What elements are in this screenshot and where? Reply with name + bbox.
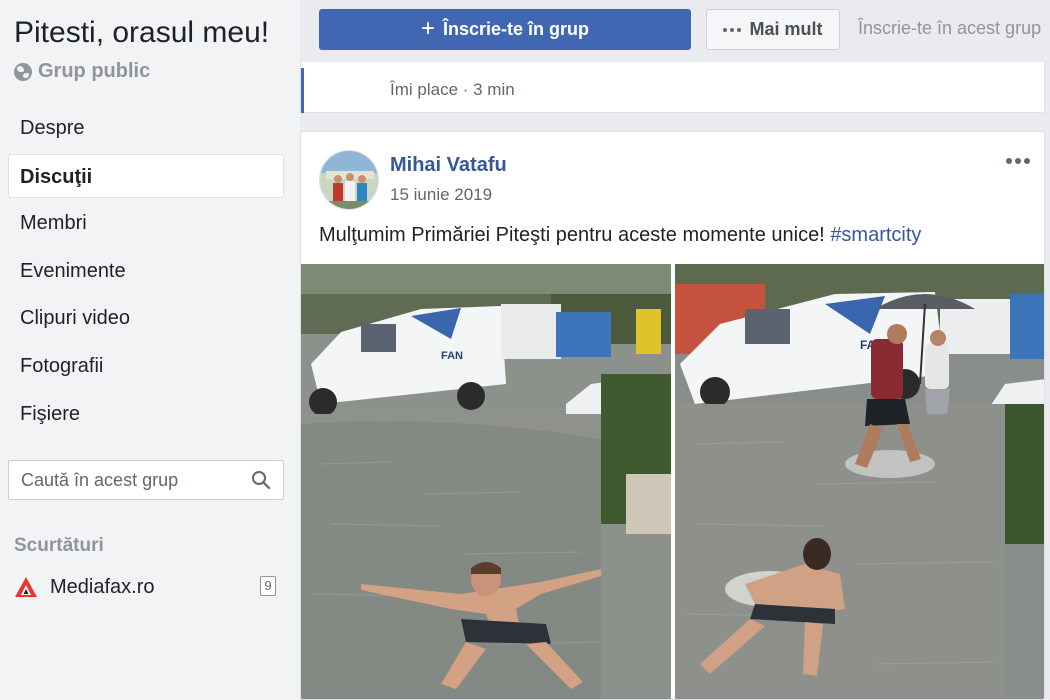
- nav-item-membri[interactable]: Membri: [8, 201, 284, 245]
- shortcut-label: Mediafax.ro: [50, 575, 155, 598]
- post-hashtag[interactable]: #smartcity: [830, 224, 921, 246]
- group-search: [8, 460, 284, 500]
- previous-post-accent: [301, 68, 304, 113]
- previous-post-meta: Îmi place · 3 min: [390, 80, 515, 99]
- author-avatar[interactable]: [319, 150, 379, 210]
- post-author-name[interactable]: Mihai Vatafu: [390, 154, 507, 177]
- more-label: Mai mult: [749, 19, 823, 39]
- join-group-button[interactable]: + Înscrie-te în grup: [319, 9, 691, 50]
- sidebar: Pitesti, orasul meu! Grup public Despre …: [0, 0, 300, 700]
- plus-icon: +: [420, 14, 435, 42]
- post-card: Mihai Vatafu 15 iunie 2019 Mulţumim Prim…: [300, 131, 1045, 700]
- nav-item-despre[interactable]: Despre: [8, 106, 284, 150]
- group-search-input[interactable]: [9, 461, 239, 499]
- shortcut-mediafax[interactable]: Mediafax.ro 9: [14, 572, 280, 602]
- join-group-label: Înscrie-te în grup: [442, 19, 590, 39]
- nav-item-clipuri-video[interactable]: Clipuri video: [8, 296, 284, 340]
- nav-item-fotografii[interactable]: Fotografii: [8, 344, 284, 388]
- post-photo-1[interactable]: FAN: [301, 264, 671, 699]
- search-icon[interactable]: [251, 470, 271, 490]
- shortcut-count-badge: 9: [260, 576, 276, 596]
- group-nav: Despre Discuţii Membri Evenimente Clipur…: [8, 106, 284, 439]
- svg-text:FAN: FAN: [441, 350, 463, 362]
- nav-item-fisiere[interactable]: Fişiere: [8, 392, 284, 436]
- more-button[interactable]: Mai mult: [706, 9, 840, 50]
- previous-post-footer: Îmi place · 3 min: [300, 62, 1045, 113]
- globe-icon: [14, 62, 32, 81]
- post-photo-2[interactable]: FAN: [675, 264, 1044, 699]
- shortcuts-title: Scurtături: [14, 535, 104, 556]
- post-date[interactable]: 15 iunie 2019: [390, 185, 492, 205]
- group-privacy: Grup public: [14, 60, 150, 83]
- post-text: Mulţumim Primăriei Piteşti pentru aceste…: [319, 224, 921, 247]
- post-text-body: Mulţumim Primăriei Piteşti pentru aceste…: [319, 224, 831, 246]
- group-privacy-label: Grup public: [38, 60, 151, 82]
- group-title[interactable]: Pitesti, orasul meu!: [14, 16, 269, 50]
- more-dots-icon: [723, 27, 742, 32]
- mediafax-logo-icon: [15, 577, 37, 597]
- post-options-icon[interactable]: [1006, 158, 1030, 164]
- nav-item-discutii[interactable]: Discuţii: [8, 153, 284, 198]
- join-hint-text: Înscrie-te în acest grup: [858, 18, 1042, 38]
- nav-item-evenimente[interactable]: Evenimente: [8, 249, 284, 293]
